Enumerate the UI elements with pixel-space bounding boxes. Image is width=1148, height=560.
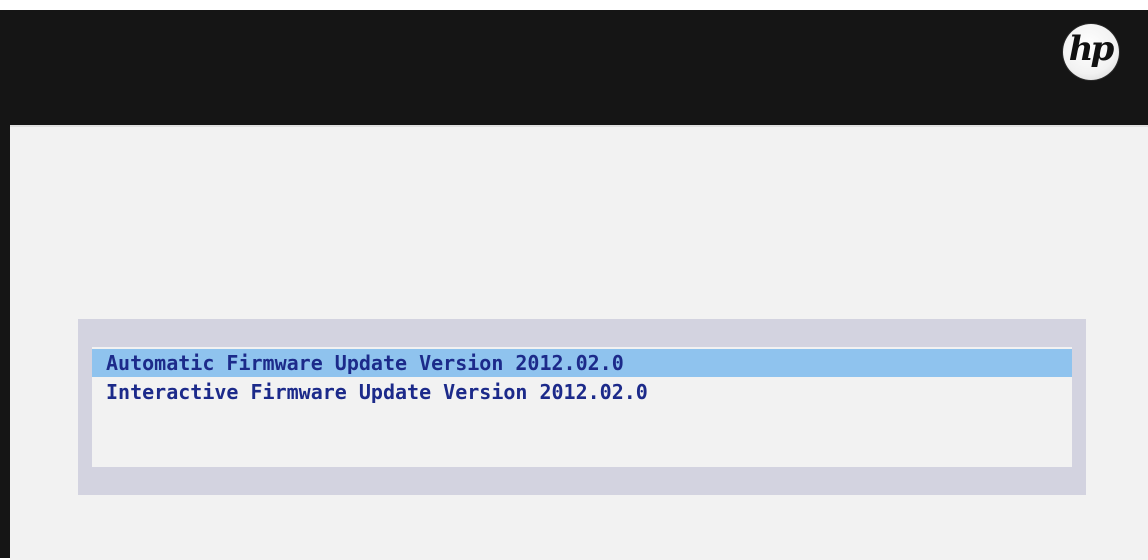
header-bar: hp (0, 10, 1148, 114)
menu-item-automatic-firmware-update[interactable]: Automatic Firmware Update Version 2012.0… (92, 349, 1072, 377)
menu-item-interactive-firmware-update[interactable]: Interactive Firmware Update Version 2012… (92, 378, 1072, 406)
firmware-boot-screen: hp Automatic Firmware Update Version 201… (0, 10, 1148, 560)
boot-menu-frame: Automatic Firmware Update Version 2012.0… (78, 319, 1086, 495)
hp-logo: hp (1063, 24, 1119, 80)
hp-logo-text: hp (1068, 29, 1114, 69)
boot-menu-list: Automatic Firmware Update Version 2012.0… (92, 347, 1072, 467)
main-panel: Automatic Firmware Update Version 2012.0… (10, 125, 1148, 560)
